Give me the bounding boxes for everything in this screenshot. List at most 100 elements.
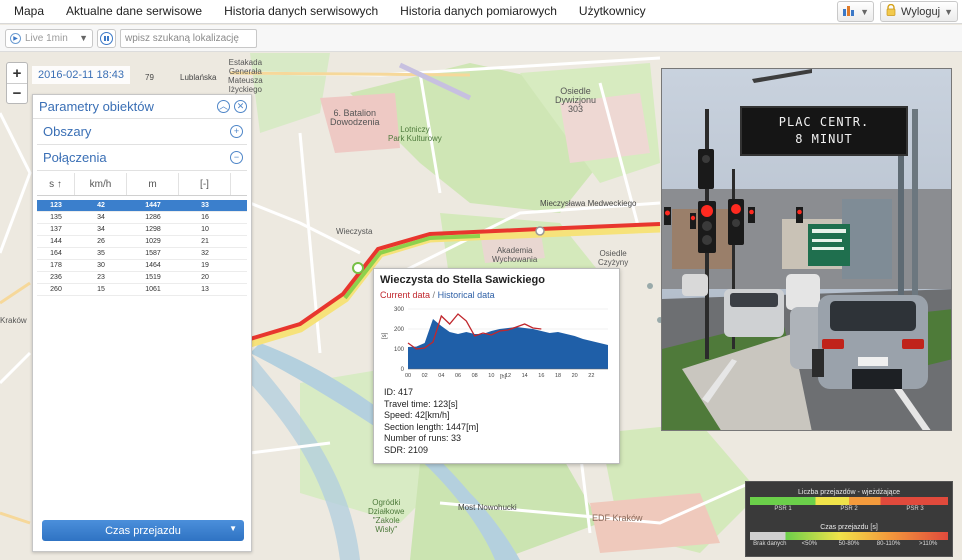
popup-info-line: SDR: 2109 bbox=[384, 444, 429, 455]
x-tick-label: 10 bbox=[488, 373, 494, 379]
travel-time-chart: 3002001000[s]00 02 04 06 08 10 12 14 16 18 20 22[h] bbox=[382, 307, 608, 380]
metric-select-value: Czas przejazdu bbox=[105, 524, 181, 537]
table-cell: 32 bbox=[201, 250, 209, 257]
table-row[interactable]: 135 34 1286 16 bbox=[37, 212, 247, 224]
table-cell: 34 bbox=[97, 214, 105, 221]
chevron-down-icon: ▼ bbox=[860, 6, 870, 17]
legend-label: PSR 3 bbox=[906, 506, 924, 512]
map-label-medweckiego: Mieczysława Medweckiego bbox=[540, 199, 637, 208]
table-cell: 20 bbox=[201, 274, 209, 281]
table-row[interactable]: 164 35 1587 32 bbox=[37, 248, 247, 260]
table-cell: 26 bbox=[97, 238, 105, 245]
section-polaczenia[interactable]: Połączenia − bbox=[37, 145, 247, 171]
popup-info-line: Section length: 1447[m] bbox=[384, 421, 479, 432]
legend-label: PSR 1 bbox=[774, 506, 792, 512]
metric-select[interactable]: Czas przejazdu ▼ bbox=[42, 520, 244, 541]
y-tick-label: 200 bbox=[394, 327, 405, 333]
x-axis-label: [h] bbox=[500, 374, 507, 380]
table-row[interactable]: 236 23 1519 20 bbox=[37, 272, 247, 284]
bar-chart-icon bbox=[842, 4, 856, 19]
table-cell: 19 bbox=[201, 262, 209, 269]
live-interval-select[interactable]: ▶ Live 1min ▼ bbox=[5, 28, 93, 48]
panel-header: Parametry obiektów ︿ ✕ bbox=[33, 95, 251, 119]
legend-runs-labels: PSR 1 PSR 2 PSR 3 bbox=[750, 505, 948, 514]
map-label-estakada: Estakada Generała Mateusza Iżyckiego bbox=[228, 58, 263, 94]
zoom-out-button[interactable]: − bbox=[7, 83, 27, 103]
panel-title: Parametry obiektów bbox=[39, 99, 154, 114]
popup-legend: Current data / Historical data bbox=[380, 290, 495, 300]
column-header-runs[interactable]: [-] bbox=[179, 173, 231, 195]
y-tick-label: 100 bbox=[394, 347, 405, 353]
popup-info-line: ID: 417 bbox=[384, 387, 414, 397]
table-cell: 33 bbox=[201, 202, 209, 209]
menu-item-historia-pomiarowych[interactable]: Historia danych pomiarowych bbox=[389, 0, 568, 24]
table-row[interactable]: 137 34 1298 10 bbox=[37, 224, 247, 236]
legend-current-data[interactable]: Current data bbox=[380, 290, 430, 300]
zoom-in-button[interactable]: + bbox=[7, 63, 27, 83]
legend-label: PSR 2 bbox=[840, 506, 858, 512]
x-tick-label: 06 bbox=[455, 373, 461, 379]
table-cell: 1298 bbox=[145, 226, 161, 233]
close-icon[interactable]: ✕ bbox=[234, 100, 247, 113]
map-legend: Liczba przejazdów - wjeżdżające PSR 1 PSR… bbox=[745, 481, 953, 557]
map-label-edf: EDF Kraków bbox=[592, 513, 643, 523]
table-cell: 135 bbox=[50, 214, 62, 221]
menu-item-aktualne[interactable]: Aktualne dane serwisowe bbox=[55, 0, 213, 24]
x-tick-label: 04 bbox=[438, 373, 444, 379]
table-row[interactable]: 178 30 1464 19 bbox=[37, 260, 247, 272]
table-cell: 13 bbox=[201, 286, 209, 293]
vms-line-1: PLAC CENTR. bbox=[778, 115, 870, 129]
table-row[interactable]: 144 26 1029 21 bbox=[37, 236, 247, 248]
map-label-wieczysta: Wieczysta bbox=[336, 227, 373, 236]
table-row[interactable]: 260 15 1061 13 bbox=[37, 284, 247, 296]
map-label-park: Lotniczy Park Kulturowy bbox=[388, 125, 442, 143]
section-obszary[interactable]: Obszary + bbox=[37, 119, 247, 145]
table-cell: 15 bbox=[97, 286, 105, 293]
map-label-most: Most Nowohucki bbox=[458, 503, 517, 512]
stats-button[interactable]: ▼ bbox=[837, 1, 875, 22]
variable-message-sign: PLAC CENTR. 8 MINUT bbox=[740, 106, 908, 156]
section-popup: Wieczysta do Stella Sawickiego Current d… bbox=[373, 268, 620, 464]
table-cell: 1029 bbox=[145, 238, 161, 245]
header-actions: ▼ Wyloguj ▼ bbox=[837, 1, 958, 22]
legend-label: 50-80% bbox=[838, 541, 860, 547]
zoom-control: + − bbox=[6, 62, 28, 104]
vms-line-2: 8 MINUT bbox=[795, 132, 853, 146]
expand-plus-icon[interactable]: + bbox=[230, 125, 243, 138]
column-header-time[interactable]: s ↑ bbox=[37, 173, 75, 195]
popup-info-line: Number of runs: 33 bbox=[384, 433, 462, 443]
map-label-akademia: Akademia Wychowania bbox=[492, 246, 538, 264]
map-label-osiedle-czyzyny: Osiedle Czyżyny bbox=[598, 249, 629, 267]
x-tick-label: 08 bbox=[472, 373, 478, 379]
y-tick-label: 300 bbox=[394, 307, 405, 313]
x-tick-label: 22 bbox=[588, 373, 594, 379]
pause-icon bbox=[100, 31, 113, 45]
table-row[interactable]: 123 42 1447 33 bbox=[37, 200, 247, 212]
chevron-down-icon: ▼ bbox=[229, 524, 237, 533]
logout-button[interactable]: Wyloguj ▼ bbox=[880, 1, 958, 22]
table-cell: 16 bbox=[201, 214, 209, 221]
menu-item-mapa[interactable]: Mapa bbox=[0, 0, 55, 24]
connections-table-header: s ↑ km/h m [-] bbox=[37, 173, 247, 196]
column-header-speed[interactable]: km/h bbox=[75, 173, 127, 195]
collapse-minus-icon[interactable]: − bbox=[230, 151, 243, 164]
table-cell: 123 bbox=[50, 202, 62, 209]
table-cell: 164 bbox=[50, 250, 62, 257]
column-header-length[interactable]: m bbox=[127, 173, 179, 195]
map-label-osiedle-dywizjonu: Osiedle Dywizjonu 303 bbox=[555, 86, 597, 114]
section-polaczenia-label: Połączenia bbox=[43, 150, 107, 165]
location-search-input[interactable] bbox=[120, 28, 257, 48]
map-label-road-79: 79 bbox=[145, 73, 154, 82]
chevron-down-icon: ▼ bbox=[79, 33, 88, 43]
table-cell: 1464 bbox=[145, 262, 161, 269]
pause-button[interactable] bbox=[97, 28, 116, 48]
menu-item-historia-serwisowych[interactable]: Historia danych serwisowych bbox=[213, 0, 389, 24]
table-cell: 30 bbox=[97, 262, 105, 269]
legend-label: Brak danych bbox=[753, 541, 787, 547]
menu-item-uzytkownicy[interactable]: Użytkownicy bbox=[568, 0, 657, 24]
x-tick-label: 20 bbox=[572, 373, 578, 379]
table-cell: 21 bbox=[201, 238, 209, 245]
collapse-icon[interactable]: ︿ bbox=[217, 100, 230, 113]
legend-historical-data[interactable]: Historical data bbox=[438, 290, 495, 300]
legend-runs-bar bbox=[750, 497, 948, 505]
